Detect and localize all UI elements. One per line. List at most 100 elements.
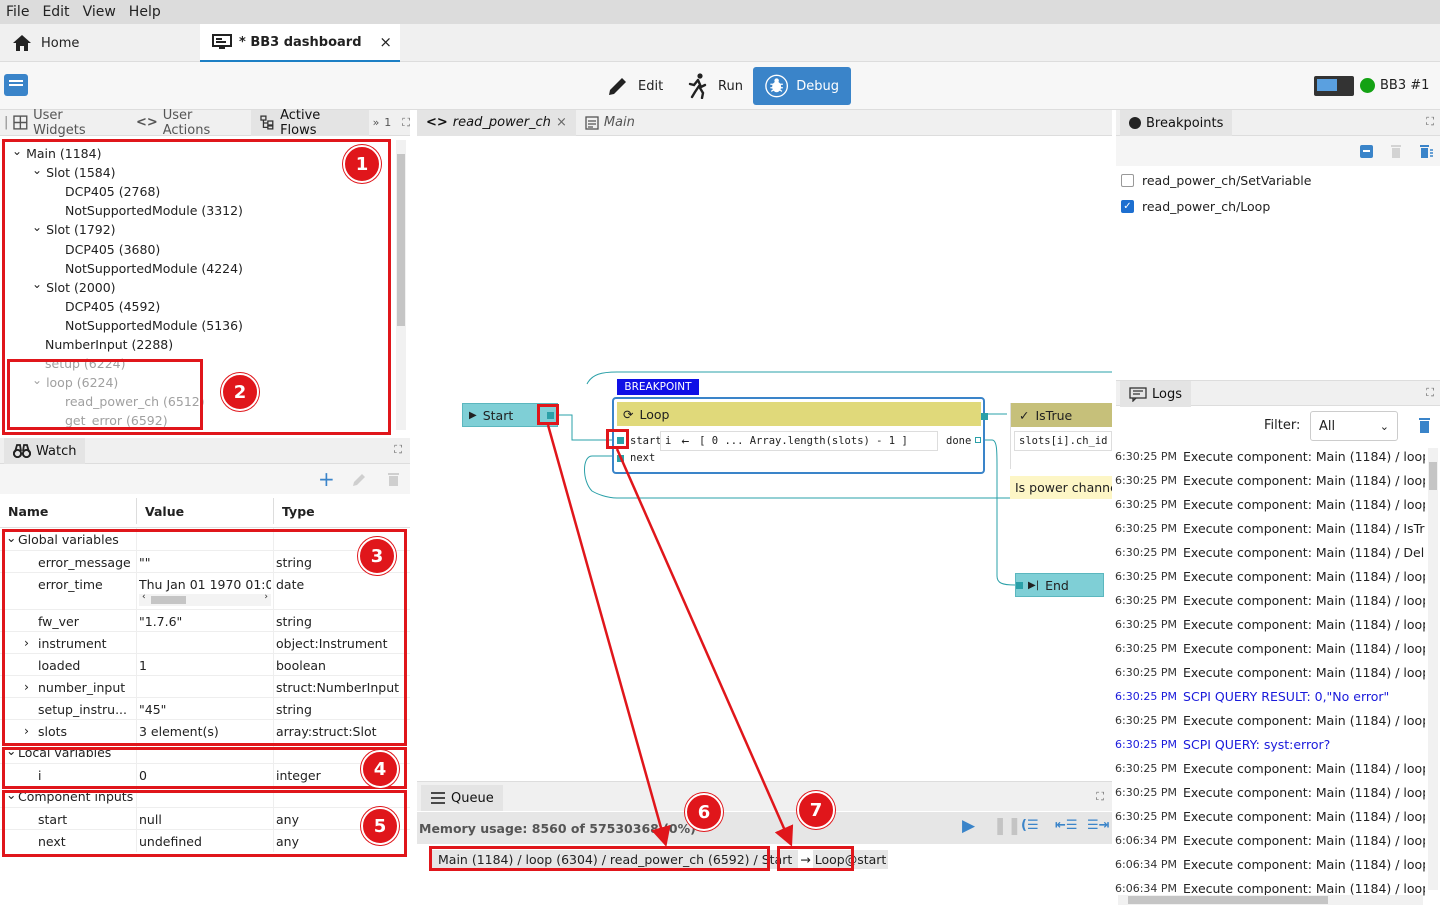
trash-icon[interactable] [387,471,400,487]
pause-icon[interactable]: ❚❚ [993,816,1022,836]
filter-select[interactable]: All ⌄ [1310,411,1398,441]
loop-done-output[interactable]: done [946,435,971,447]
trash-icon[interactable] [1390,144,1402,159]
tree-node[interactable]: NotSupportedModule (5136) [65,316,243,335]
tree-node[interactable]: setup (6224) [45,354,126,373]
watch-row[interactable]: error_message "" string [0,550,410,573]
end-input-port[interactable] [1016,582,1023,589]
end-node[interactable]: ▶| End [1015,573,1104,597]
close-icon[interactable]: × [379,33,392,51]
chevron-right-icon[interactable]: › [24,635,29,650]
watch-row[interactable]: start null any [0,807,410,830]
tab-bb3-dashboard[interactable]: * BB3 dashboard × [200,24,400,62]
value-scrollbar[interactable]: ‹ › [139,592,271,606]
pencil-icon[interactable] [352,472,367,487]
logs-scrollbar[interactable] [1428,448,1438,890]
queue-item[interactable]: Main (1184) / loop (6304) / read_power_c… [432,848,889,870]
watch-row[interactable]: loaded 1 boolean [0,653,410,676]
tab-read-power-ch[interactable]: <> read_power_ch × [417,109,576,136]
tab-user-widgets[interactable]: | User Widgets [0,108,127,138]
edit-mode-button[interactable]: Edit [594,67,675,105]
chevron-down-icon[interactable]: ⌄ [32,163,42,177]
chevron-down-icon[interactable]: ⌄ [32,220,42,234]
tab-breakpoints[interactable]: Breakpoints [1120,110,1233,136]
tree-node[interactable]: ⌄ Slot (1792) [32,220,116,239]
tab-main[interactable]: Main [576,110,644,136]
start-node[interactable]: ▶ Start [462,403,558,427]
debug-mode-button[interactable]: Debug [753,67,851,105]
close-icon[interactable]: × [556,115,567,130]
breakpoint-item[interactable]: read_power_ch/SetVariable [1121,171,1311,189]
run-mode-button[interactable]: Run [674,67,755,105]
tab-watch[interactable]: Watch [4,438,86,464]
tree-node[interactable]: NotSupportedModule (4224) [65,259,243,278]
column-type-header[interactable]: Type [282,504,315,519]
tree-node[interactable]: get_error (6592) [65,411,168,430]
trash-icon[interactable] [1418,417,1431,434]
tree-node[interactable]: DCP405 (2768) [65,182,160,201]
tree-node[interactable]: NotSupportedModule (3312) [65,201,243,220]
tab-queue[interactable]: Queue [421,785,503,811]
loop-node[interactable]: ⟳ Loop start next i ← [ 0 ... Array.leng… [612,397,988,474]
watch-row[interactable]: › instrument object:Instrument [0,631,410,654]
comment-node[interactable]: Is power channel [1010,476,1112,499]
tree-node[interactable]: ⌄ Slot (1584) [32,163,116,182]
tree-node[interactable]: ⌄ loop (6224) [32,373,118,392]
chevron-right-icon[interactable]: › [24,679,29,694]
maximize-icon[interactable]: ⛶ [394,443,402,457]
maximize-icon[interactable]: ⛶ [402,116,410,130]
start-output-port[interactable] [547,412,554,419]
local-variables-group[interactable]: ⌄ Local variables [0,741,410,763]
tab-active-flows[interactable]: Active Flows [251,108,369,138]
panel-tab-overflow[interactable]: » 1 [369,110,401,136]
global-variables-group[interactable]: ⌄ Global variables [0,528,410,550]
loop-start-input[interactable]: start [630,435,662,447]
watch-row[interactable]: setup_instru... "45" string [0,697,410,720]
tab-home[interactable]: Home [12,24,79,62]
step-into-icon[interactable]: (☰ [1021,818,1039,833]
tree-node[interactable]: ⌄ Slot (2000) [32,277,116,297]
watch-row[interactable]: › slots 3 element(s) array:struct:Slot [0,719,410,742]
watch-row[interactable]: next undefined any [0,829,410,852]
tree-node[interactable]: ⌄ Main (1184) [12,144,101,163]
loop-next-input[interactable]: next [630,452,655,464]
loop-start-port[interactable] [617,437,624,444]
watch-row[interactable]: i 0 integer [0,763,410,786]
tree-node[interactable]: DCP405 (3680) [65,240,160,259]
watch-row[interactable]: fw_ver "1.7.6" string [0,609,410,632]
menu-edit[interactable]: Edit [42,4,69,20]
menu-file[interactable]: File [6,4,29,20]
chevron-right-icon[interactable]: › [24,723,29,738]
step-over-icon[interactable]: ⇤☰ [1055,818,1078,833]
maximize-icon[interactable]: ⛶ [1426,386,1434,400]
column-value-header[interactable]: Value [145,504,184,519]
watch-row[interactable]: › number_input struct:NumberInput [0,675,410,698]
loop-next-port[interactable] [617,455,624,462]
maximize-icon[interactable]: ⛶ [1426,115,1434,129]
sidebar-toggle-icon[interactable] [4,74,28,96]
loop-output-port[interactable] [981,413,988,420]
tree-node[interactable]: DCP405 (4592) [65,297,160,316]
breakpoint-checkbox[interactable]: ✓ [1121,199,1134,213]
tree-scrollbar[interactable] [396,140,406,430]
menu-view[interactable]: View [83,4,116,20]
breakpoint-checkbox[interactable] [1121,173,1134,187]
tree-node[interactable]: NumberInput (2288) [45,335,173,354]
add-icon[interactable]: + [318,467,335,491]
clear-all-icon[interactable] [1419,144,1434,159]
menu-help[interactable]: Help [129,4,161,20]
chevron-down-icon[interactable]: ⌄ [12,144,22,158]
chevron-down-icon[interactable]: ⌄ [32,277,42,291]
loop-done-port[interactable] [975,437,981,443]
tab-user-actions[interactable]: <> User Actions [127,108,251,138]
watch-row[interactable]: error_time Thu Jan 01 1970 01:00: date ‹ › [0,572,410,610]
column-name-header[interactable]: Name [8,504,48,519]
tab-logs[interactable]: Logs [1120,381,1191,407]
resume-icon[interactable]: ▶ [962,816,975,836]
maximize-icon[interactable]: ⛶ [1096,790,1104,804]
tree-node[interactable]: read_power_ch (6512) [65,392,205,411]
component-inputs-group[interactable]: ⌄ Component inputs [0,785,410,807]
chevron-down-icon[interactable]: ⌄ [32,373,42,387]
disable-all-icon[interactable] [1360,145,1373,158]
logs-horizontal-scrollbar[interactable] [1118,895,1423,905]
